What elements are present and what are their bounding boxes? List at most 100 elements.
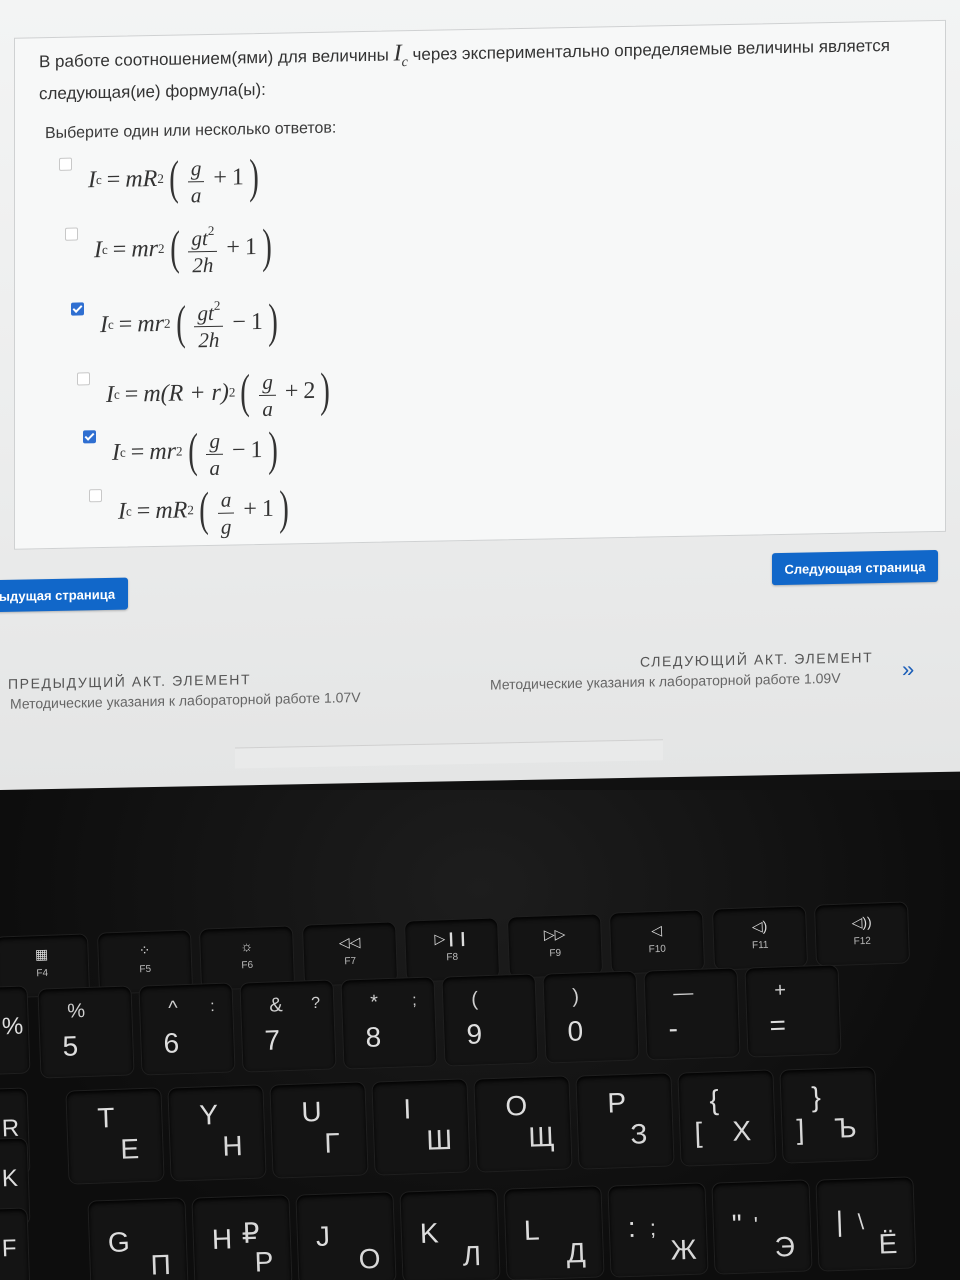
key-latin: Y: [198, 1098, 219, 1131]
key-label: F11: [751, 939, 769, 952]
key-latin: G: [107, 1226, 131, 1259]
answer-formula: Ic = mR 2 ( ag + 1 ): [118, 481, 289, 539]
key-5[interactable]: % 5: [38, 986, 134, 1078]
key-latin: F: [1, 1234, 18, 1263]
key-alt-symbol: ₽: [241, 1217, 261, 1249]
key-latin: }: [810, 1081, 822, 1113]
key-{[interactable]: {Х [: [678, 1070, 776, 1166]
function-key-f8[interactable]: ▷❙❙ F8: [404, 918, 500, 982]
key-O[interactable]: OЩ: [474, 1076, 572, 1172]
previous-page-button[interactable]: ыдущая страница: [0, 577, 128, 613]
key-shift-symbol: (: [470, 988, 479, 1011]
key-cyrillic: Щ: [527, 1120, 556, 1153]
answer-option[interactable]: Ic = mR 2 ( ag + 1 ): [89, 480, 294, 540]
key-G[interactable]: GП: [88, 1198, 188, 1280]
key-J[interactable]: JО: [296, 1192, 396, 1280]
key-latin: J: [315, 1220, 331, 1253]
answer-formula: Ic = m(R + r) 2 ( ga + 2 ): [106, 363, 331, 421]
browser-screen: В работе соотношением(ями) для величины …: [0, 0, 960, 790]
key-cyrillic: Н: [221, 1130, 244, 1162]
answer-option[interactable]: Ic = mR 2 ( ga + 1 ): [59, 149, 264, 209]
key-main-symbol: -: [667, 1012, 679, 1044]
key-cyrillic: Р: [254, 1245, 274, 1278]
key-cyrillic: Е: [119, 1133, 140, 1165]
question-text-before: В работе соотношением(ями) для величины: [39, 45, 389, 72]
key-L[interactable]: LД: [504, 1186, 604, 1280]
next-activity-caption: СЛЕДУЮЩИЙ АКТ. ЭЛЕМЕНТ: [640, 649, 874, 670]
key-edge-left[interactable]: %: [0, 986, 30, 1076]
mute-icon: ◁: [650, 921, 663, 939]
key-cyrillic: Д: [566, 1236, 587, 1269]
answer-option[interactable]: Ic = m(R + r) 2 ( ga + 2 ): [77, 363, 335, 424]
key-6[interactable]: ^ 6:: [139, 983, 235, 1075]
brightness-down-icon: ⁘: [137, 941, 151, 959]
key-shift-symbol: *: [369, 991, 379, 1014]
answer-checkbox[interactable]: [89, 488, 102, 502]
answer-option[interactable]: Ic = mr 2 ( gt2 2h − 1 ): [71, 294, 283, 354]
answer-checkbox[interactable]: [65, 227, 78, 241]
key-}[interactable]: } Ъ]: [780, 1067, 878, 1163]
key-main-symbol: 5: [61, 1030, 79, 1062]
prev-activity-link[interactable]: Методические указания к лабораторной раб…: [10, 689, 361, 712]
volume-up-icon: ◁)): [851, 913, 872, 931]
key-edge-left[interactable]: F: [0, 1208, 30, 1280]
next-arrow-icon[interactable]: »: [902, 656, 914, 682]
function-key-f7[interactable]: ◁◁ F7: [302, 922, 397, 986]
next-page-button[interactable]: Следующая страница: [772, 549, 938, 586]
key-latin: I: [402, 1093, 412, 1125]
laptop-keyboard: ▦ F4 ⁘ F5 ☼ F6 ◁◁ F7 ▷❙❙ F8 ▷▷ F9 ◁ F10 ◁) F11 ◁)) F12% 5 ^…: [0, 790, 960, 1280]
key-shift-symbol: ^: [167, 997, 179, 1020]
key-|[interactable]: | Ё \: [816, 1177, 916, 1271]
key-7[interactable]: & 7?: [240, 980, 336, 1072]
question-symbol: Ic: [393, 40, 408, 71]
key-main-symbol: 9: [465, 1018, 483, 1050]
fast-forward-icon: ▷▷: [543, 925, 566, 943]
key-:[interactable]: : Ж;: [608, 1183, 708, 1277]
key-I[interactable]: IШ: [372, 1079, 470, 1175]
key-label: F12: [853, 935, 872, 948]
next-activity-link[interactable]: Методические указания к лабораторной раб…: [490, 670, 841, 693]
key-latin: K: [419, 1217, 440, 1250]
key-alt-symbol: ?: [310, 994, 321, 1013]
key-main-symbol: 0: [566, 1015, 584, 1047]
key-T[interactable]: TЕ: [66, 1088, 164, 1184]
answer-checkbox[interactable]: [83, 429, 96, 443]
key-latin: |: [835, 1205, 844, 1238]
function-key-f6[interactable]: ☼ F6: [199, 926, 295, 990]
answer-option[interactable]: Ic = mr 2 ( gt2 2h + 1 ): [65, 219, 277, 279]
key-P[interactable]: PЗ: [576, 1073, 674, 1169]
key-0[interactable]: ) 0: [543, 971, 639, 1063]
key-"[interactable]: " Э ': [712, 1180, 812, 1274]
function-key-f12[interactable]: ◁)) F12: [814, 902, 910, 966]
key-label: F6: [241, 959, 254, 972]
question-text: В работе соотношением(ями) для величины …: [39, 31, 929, 106]
answer-formula: Ic = mr 2 ( gt2 2h − 1 ): [100, 294, 278, 353]
key-punctuation: ;: [649, 1215, 657, 1241]
key-latin: %: [1, 1012, 24, 1041]
key-bracket: ]: [795, 1113, 805, 1146]
function-key-f11[interactable]: ◁) F11: [712, 906, 807, 970]
key-U[interactable]: UГ: [270, 1082, 368, 1178]
key-alt-symbol: :: [209, 998, 215, 1016]
key-cyrillic: Ъ: [833, 1112, 858, 1144]
answer-checkbox[interactable]: [59, 157, 72, 171]
key-=[interactable]: + =: [745, 965, 841, 1057]
key-H[interactable]: H Р ₽: [192, 1195, 292, 1280]
key-latin: H: [211, 1223, 233, 1256]
answer-option[interactable]: Ic = mr 2 ( ga − 1 ): [83, 422, 283, 482]
key-9[interactable]: (9: [442, 974, 538, 1066]
key-latin: L: [523, 1214, 541, 1247]
key--[interactable]: — -: [644, 968, 740, 1060]
key-Y[interactable]: YН: [168, 1085, 266, 1181]
answer-checkbox[interactable]: [71, 301, 84, 316]
function-key-f5[interactable]: ⁘ F5: [97, 930, 192, 994]
key-cyrillic: Х: [731, 1115, 752, 1147]
key-8[interactable]: * 8;: [341, 977, 437, 1069]
answer-checkbox[interactable]: [77, 371, 90, 386]
key-bracket: [: [693, 1116, 703, 1149]
key-K[interactable]: KЛ: [400, 1189, 500, 1280]
key-label: F7: [343, 955, 356, 968]
key-latin: O: [504, 1089, 528, 1122]
function-key-f10[interactable]: ◁ F10: [609, 910, 705, 974]
function-key-f9[interactable]: ▷▷ F9: [507, 914, 602, 978]
